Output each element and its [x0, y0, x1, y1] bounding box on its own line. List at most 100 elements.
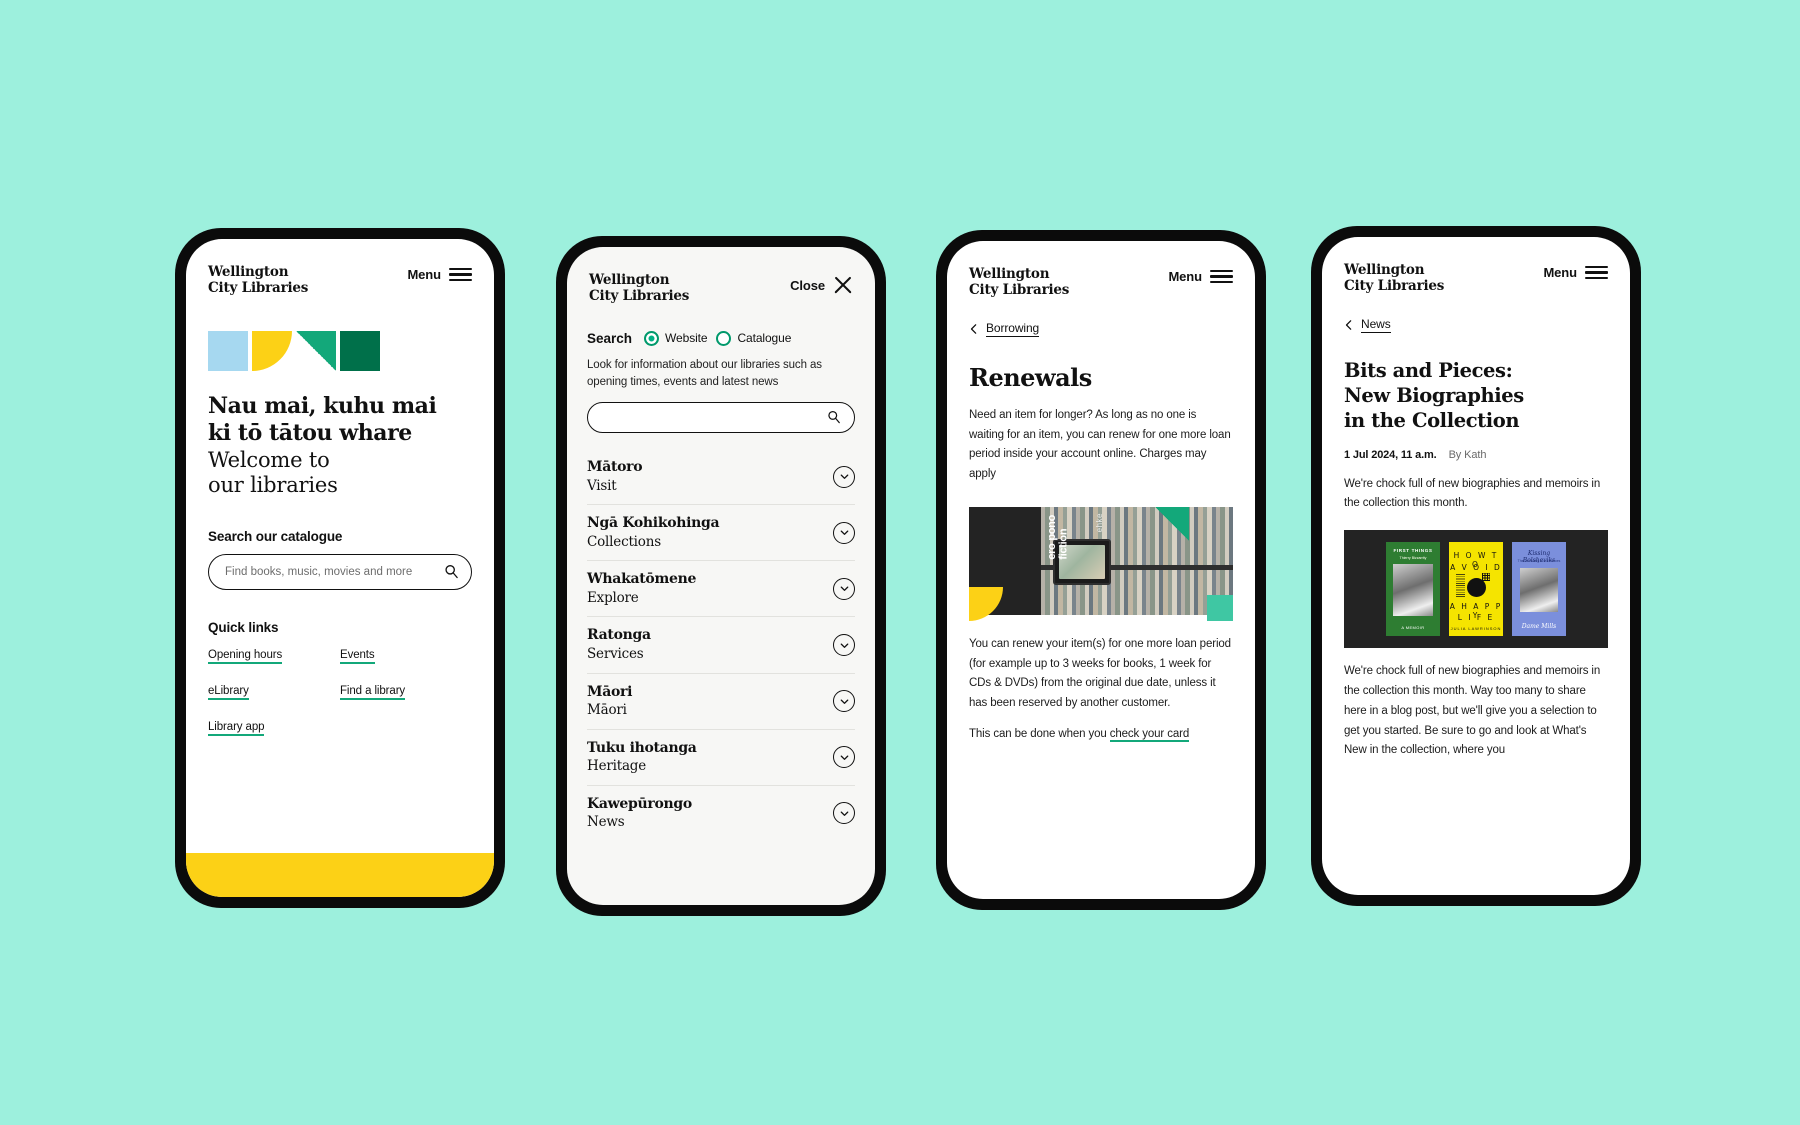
home-content: Nau mai, kuhu mai ki tō tātou whare Welc… — [186, 297, 494, 853]
quick-links-label: Quick links — [208, 619, 279, 635]
brandmark-square-blue-icon — [208, 330, 248, 371]
breadcrumb-link-news[interactable]: News — [1361, 317, 1391, 333]
book-cover-how-to-avoid-a-happy-life: H O W T O A V O I D A H A P P Y L I F E … — [1449, 542, 1503, 637]
site-header-renewals: Wellington City Libraries Menu — [947, 241, 1255, 299]
footer-accent-bar — [186, 853, 494, 897]
close-button-label: Close — [790, 277, 825, 293]
chevron-left-icon — [1344, 319, 1354, 331]
nav-item-label-maori: Kawepūrongo — [587, 795, 692, 812]
hamburger-icon — [1210, 270, 1233, 283]
photo-vertical-caption: ero pono fiction — [1046, 514, 1070, 560]
book-cover-title: FIRST THINGS — [1393, 548, 1433, 554]
site-logo[interactable]: Wellington City Libraries — [589, 272, 689, 305]
book-cover-kissing-bolsheviks: Kissing Bolsheviks The Vanishing Act of … — [1512, 542, 1566, 637]
quick-link-library-app[interactable]: Library app — [208, 721, 265, 736]
quick-link-elibrary[interactable]: eLibrary — [208, 685, 249, 700]
site-header-menu: Wellington City Libraries Close — [567, 247, 875, 305]
body-paragraph: You can renew your item(s) for one more … — [969, 637, 1231, 710]
menu-button[interactable]: Menu — [1543, 263, 1608, 280]
phone-mockup-news-article: Wellington City Libraries Menu News Bits… — [1311, 226, 1641, 906]
site-header-news: Wellington City Libraries Menu — [1322, 237, 1630, 295]
photo-teal-square-icon — [1207, 594, 1233, 621]
footer-paragraph: This can be done when you check your car… — [969, 725, 1233, 745]
radio-website-icon[interactable] — [644, 330, 660, 346]
chevron-down-icon[interactable] — [833, 746, 855, 769]
search-help-text: Look for information about our libraries… — [587, 358, 822, 388]
chevron-left-icon — [969, 323, 979, 335]
catalogue-search-box[interactable] — [208, 553, 472, 590]
close-button[interactable]: Close — [790, 273, 853, 295]
radio-option-catalogue[interactable]: Catalogue — [716, 330, 792, 346]
book-cover-line2: A V O I D — [1450, 563, 1502, 573]
site-logo[interactable]: Wellington City Libraries — [208, 264, 308, 297]
site-logo[interactable]: Wellington City Libraries — [1344, 262, 1444, 295]
close-icon — [833, 275, 853, 295]
phone-mockup-renewals: Wellington City Libraries Menu Borrowing… — [936, 230, 1266, 910]
radio-catalogue-label: Catalogue — [737, 331, 792, 346]
book-cover-author: Thierry Bizzarrity — [1399, 556, 1427, 561]
chevron-down-icon[interactable] — [833, 690, 855, 713]
nav-item-label-english: Heritage — [587, 758, 647, 775]
menu-content: Search Website Catalogue Look for inform… — [567, 305, 875, 905]
nav-item-heritage[interactable]: Tuku ihotanga Heritage — [587, 728, 855, 785]
chevron-down-icon[interactable] — [833, 577, 855, 600]
screen-renewals: Wellington City Libraries Menu Borrowing… — [947, 241, 1255, 899]
book-cover-author: JULIA LAWRINSON — [1450, 626, 1502, 632]
breadcrumb-link-borrowing[interactable]: Borrowing — [986, 321, 1039, 337]
brandmark-triangle-green-icon — [296, 330, 336, 371]
nav-item-label-maori: Ngā Kohikohinga — [587, 515, 720, 532]
radio-catalogue-icon[interactable] — [716, 330, 732, 346]
menu-button-label: Menu — [1543, 265, 1577, 280]
nav-item-label-english: Māori — [587, 702, 627, 719]
brandmark-quarter-yellow-icon — [252, 330, 292, 371]
quick-link-find-a-library[interactable]: Find a library — [340, 685, 405, 700]
chevron-down-icon[interactable] — [833, 634, 855, 657]
breadcrumb[interactable]: News — [1344, 317, 1608, 333]
book-cover-photo — [1520, 568, 1558, 613]
chevron-down-icon[interactable] — [833, 465, 855, 488]
book-cover-side-text — [1456, 573, 1465, 598]
nav-menu-list: Mātoro Visit Ngā Kohikohinga Collections — [587, 449, 855, 841]
nav-item-visit[interactable]: Mātoro Visit — [587, 449, 855, 504]
search-icon[interactable] — [444, 564, 459, 579]
nav-item-label-english: News — [587, 814, 625, 831]
nav-item-explore[interactable]: Whakatōmene Explore — [587, 560, 855, 616]
book-cover-subtitle: The Vanishing Act of Heroes — [1517, 559, 1561, 564]
menu-button-label: Menu — [1168, 269, 1202, 284]
hero-heading-maori: Nau mai, kuhu mai ki tō tātou whare — [208, 392, 437, 446]
nav-item-news[interactable]: Kawepūrongo News — [587, 784, 855, 841]
nav-item-maori[interactable]: Māori Māori — [587, 672, 855, 729]
search-scope-row: Search Website Catalogue — [587, 330, 855, 346]
check-your-card-link[interactable]: check your card — [1109, 727, 1189, 742]
nav-item-label-english: Collections — [587, 533, 661, 550]
catalogue-search-label: Search our catalogue — [208, 528, 343, 544]
screen-news-article: Wellington City Libraries Menu News Bits… — [1322, 237, 1630, 895]
menu-button[interactable]: Menu — [1168, 267, 1233, 284]
search-icon[interactable] — [827, 410, 842, 425]
nav-item-label-english: Visit — [587, 477, 617, 494]
page-title: Renewals — [969, 362, 1092, 392]
breadcrumb[interactable]: Borrowing — [969, 321, 1233, 337]
nav-item-services[interactable]: Ratonga Services — [587, 616, 855, 672]
quick-link-opening-hours[interactable]: Opening hours — [208, 649, 282, 664]
library-shelf-photo: ero pono fiction ehke — [969, 502, 1233, 621]
brandmark-graphic — [208, 330, 472, 371]
menu-search-input[interactable] — [600, 411, 827, 424]
menu-search-box[interactable] — [587, 402, 855, 434]
article-content: News Bits and Pieces: New Biographies in… — [1322, 295, 1630, 895]
nav-item-collections[interactable]: Ngā Kohikohinga Collections — [587, 504, 855, 560]
site-header: Wellington City Libraries Menu — [186, 239, 494, 297]
screenshot-stage: Wellington City Libraries Menu Nau mai, … — [0, 0, 1800, 1125]
radio-option-website[interactable]: Website — [644, 330, 708, 346]
book-cover-photo — [1393, 564, 1433, 617]
catalogue-search-input[interactable] — [225, 565, 444, 578]
menu-button[interactable]: Menu — [407, 265, 472, 282]
site-logo[interactable]: Wellington City Libraries — [969, 266, 1069, 299]
renewals-content: Borrowing Renewals Need an item for long… — [947, 299, 1255, 899]
chevron-down-icon[interactable] — [833, 802, 855, 825]
screen-menu: Wellington City Libraries Close Search W… — [567, 247, 875, 905]
chevron-down-icon[interactable] — [833, 521, 855, 544]
article-title: Bits and Pieces: New Biographies in the … — [1344, 358, 1524, 432]
quick-link-events[interactable]: Events — [340, 649, 375, 664]
quick-links-grid: Opening hours Events eLibrary Find a lib… — [208, 649, 472, 736]
